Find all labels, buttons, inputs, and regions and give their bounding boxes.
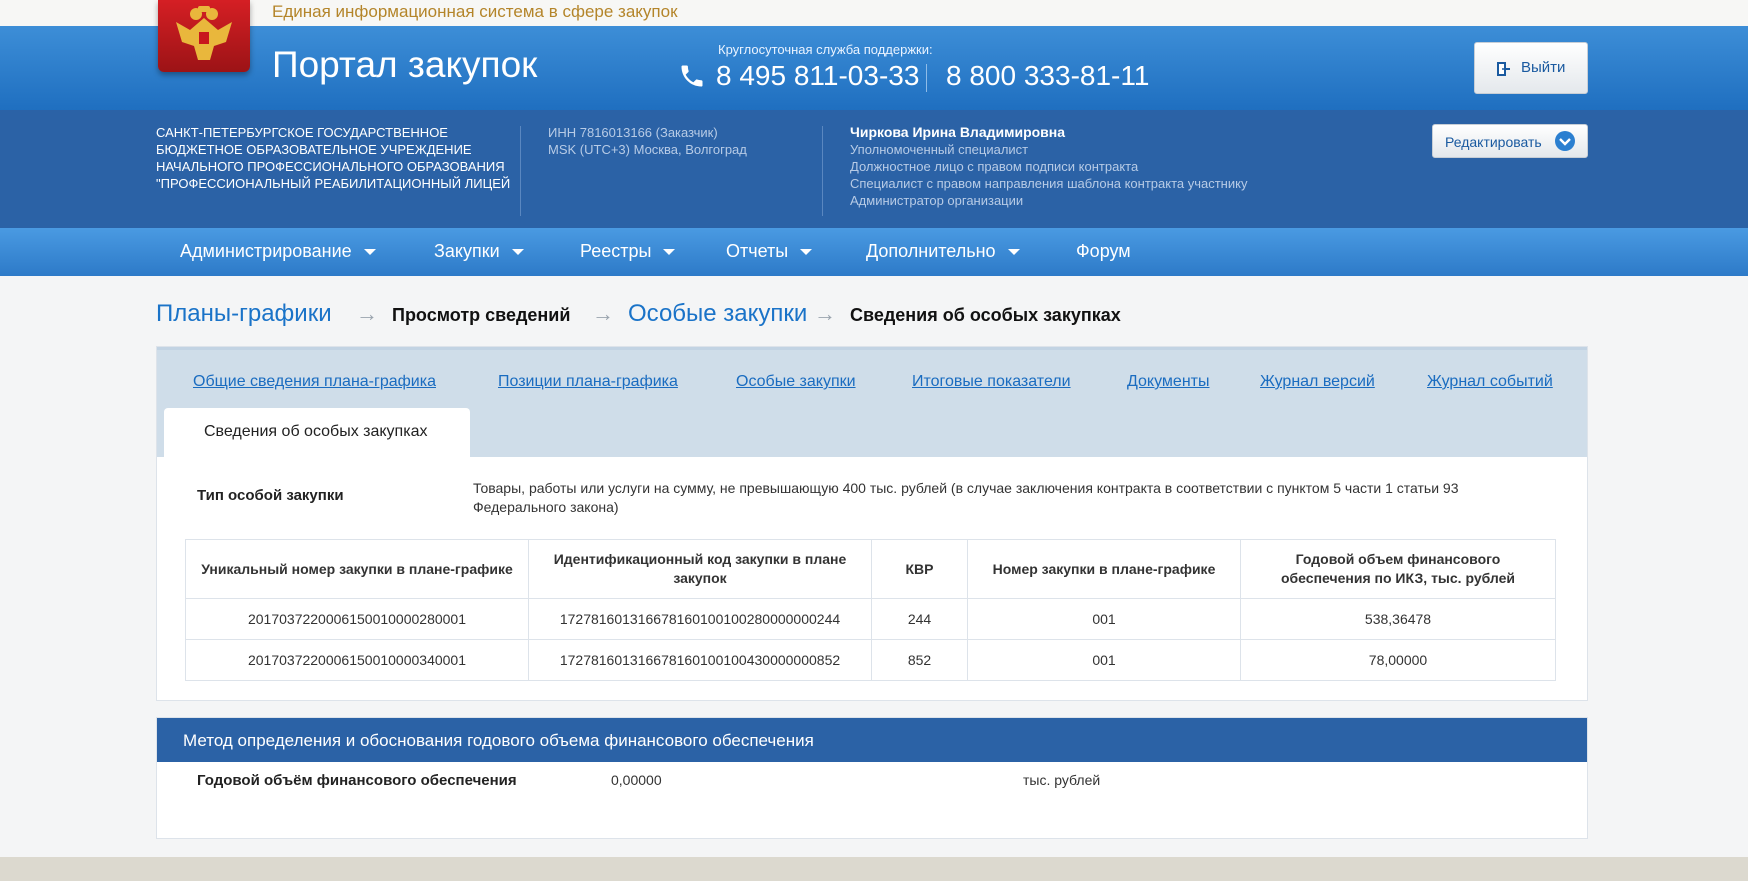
cell: 78,00000 xyxy=(1240,639,1556,681)
tab-totals[interactable]: Итоговые показатели xyxy=(912,373,1071,391)
caret-down-icon xyxy=(363,249,376,256)
main-navigation: Администрирование Закупки Реестры Отчеты… xyxy=(0,228,1748,276)
funding-method-section: Метод определения и обоснования годового… xyxy=(156,717,1588,839)
special-type-label: Тип особой закупки xyxy=(197,487,344,504)
logout-button[interactable]: Выйти xyxy=(1474,42,1588,94)
col-purchase-code: Идентификационный код закупки в плане за… xyxy=(528,539,872,599)
nav-label: Реестры xyxy=(580,241,652,261)
timezone-text: MSK (UTC+3) Москва, Волгоград xyxy=(548,142,747,157)
table-row: 2017037220006150010000280001 17278160131… xyxy=(185,598,1556,640)
tab-special-purchases-info[interactable]: Сведения об особых закупках xyxy=(164,408,470,460)
tab-schedule-positions[interactable]: Позиции плана-графика xyxy=(498,373,678,391)
top-strip: Единая информационная система в сфере за… xyxy=(0,0,1748,26)
cell: 172781601316678160100100430000000852 xyxy=(528,639,872,681)
user-role: Должностное лицо с правом подписи контра… xyxy=(850,159,1139,174)
nav-label: Отчеты xyxy=(726,241,789,261)
cell: 001 xyxy=(967,639,1241,681)
tab-version-log[interactable]: Журнал версий xyxy=(1260,373,1375,391)
support-caption: Круглосуточная служба поддержки: xyxy=(718,42,933,57)
tab-bar: Общие сведения плана-графика Позиции пла… xyxy=(157,347,1587,460)
tab-special-purchases[interactable]: Особые закупки xyxy=(736,373,856,391)
user-role: Администратор организации xyxy=(850,193,1024,208)
col-annual-volume: Годовой объем финансового обеспечения по… xyxy=(1240,539,1556,599)
portal-title[interactable]: Портал закупок xyxy=(272,44,537,86)
organization-info: Санкт-Петербургское государственное бюдж… xyxy=(0,110,1748,228)
phone-divider xyxy=(926,64,927,92)
caret-down-icon xyxy=(800,249,813,256)
arrow-right-icon: → xyxy=(592,301,614,326)
user-name: Чиркова Ирина Владимировна xyxy=(850,124,1066,140)
portal-header: Портал закупок Круглосуточная служба под… xyxy=(0,26,1748,110)
nav-additional[interactable]: Дополнительно xyxy=(866,241,1020,262)
logout-door-icon xyxy=(1495,61,1511,82)
nav-label: Дополнительно xyxy=(866,241,996,261)
organization-inn-block: ИНН 7816013166 (Заказчик) MSK (UTC+3) Мо… xyxy=(548,124,747,158)
table-row: 2017037220006150010000340001 17278160131… xyxy=(185,639,1556,681)
col-unique-number: Уникальный номер закупки в плане-графике xyxy=(185,539,529,599)
nav-label: Закупки xyxy=(434,241,500,261)
tab-general-info[interactable]: Общие сведения плана-графика xyxy=(193,373,436,391)
annual-funding-label: Годовой объём финансового обеспечения xyxy=(197,772,517,789)
organization-name: Санкт-Петербургское государственное бюдж… xyxy=(156,125,511,191)
page-footer xyxy=(0,857,1748,881)
chevron-down-icon xyxy=(1555,131,1575,151)
support-phone-1: 8 495 811-03-33 xyxy=(716,60,920,91)
system-name: Единая информационная система в сфере за… xyxy=(272,2,678,21)
table-header-row: Уникальный номер закупки в плане-графике… xyxy=(185,539,1556,599)
annual-funding-value: 0,00000 xyxy=(611,772,662,788)
caret-down-icon xyxy=(511,249,524,256)
special-purchases-table: Уникальный номер закупки в плане-графике… xyxy=(185,539,1556,681)
cell: 2017037220006150010000280001 xyxy=(185,598,529,640)
cell: 538,36478 xyxy=(1240,598,1556,640)
breadcrumb-view-info: Просмотр сведений xyxy=(392,305,571,325)
user-role: Уполномоченный специалист xyxy=(850,142,1029,157)
nav-forum[interactable]: Форум xyxy=(1076,241,1131,262)
nav-label: Форум xyxy=(1076,241,1131,261)
cell: 172781601316678160100100280000000244 xyxy=(528,598,872,640)
tab-label: Сведения об особых закупках xyxy=(204,423,428,440)
tab-event-log[interactable]: Журнал событий xyxy=(1427,373,1553,391)
user-role: Специалист с правом направления шаблона … xyxy=(850,176,1248,191)
logout-label: Выйти xyxy=(1521,59,1566,76)
annual-funding-unit: тыс. рублей xyxy=(1023,772,1101,788)
inn-text: ИНН 7816013166 (Заказчик) xyxy=(548,125,718,140)
arrow-right-icon: → xyxy=(356,301,378,326)
arrow-right-icon: → xyxy=(814,301,836,326)
special-purchases-card: Общие сведения плана-графика Позиции пла… xyxy=(156,346,1588,701)
coat-of-arms-logo[interactable] xyxy=(158,0,250,72)
special-type-value: Товары, работы или услуги на сумму, не п… xyxy=(473,480,1459,515)
caret-down-icon xyxy=(663,249,676,256)
cell: 2017037220006150010000340001 xyxy=(185,639,529,681)
divider xyxy=(822,126,823,216)
tab-documents[interactable]: Документы xyxy=(1127,373,1209,391)
eagle-icon xyxy=(176,6,232,60)
nav-administration[interactable]: Администрирование xyxy=(180,241,376,262)
nav-purchases[interactable]: Закупки xyxy=(434,241,524,262)
user-info: Чиркова Ирина Владимировна Уполномоченны… xyxy=(850,124,1247,209)
phone-icon xyxy=(678,61,706,96)
edit-label: Редактировать xyxy=(1445,134,1542,150)
col-kvr: КВР xyxy=(871,539,968,599)
breadcrumb-special-purchases[interactable]: Особые закупки xyxy=(628,300,807,328)
nav-reports[interactable]: Отчеты xyxy=(726,241,813,262)
caret-down-icon xyxy=(1007,249,1020,256)
breadcrumb-schedules[interactable]: Планы-графики xyxy=(156,300,332,328)
divider xyxy=(520,126,521,216)
breadcrumb-current: Сведения об особых закупках xyxy=(850,305,1121,325)
section-title: Метод определения и обоснования годового… xyxy=(183,731,814,750)
cell: 244 xyxy=(871,598,968,640)
nav-registries[interactable]: Реестры xyxy=(580,241,676,262)
edit-profile-button[interactable]: Редактировать xyxy=(1432,124,1588,158)
col-schedule-number: Номер закупки в плане-графике xyxy=(967,539,1241,599)
cell: 852 xyxy=(871,639,968,681)
section-header: Метод определения и обоснования годового… xyxy=(157,718,1587,762)
nav-label: Администрирование xyxy=(180,241,352,261)
support-phone-2: 8 800 333-81-11 xyxy=(946,60,1150,91)
cell: 001 xyxy=(967,598,1241,640)
